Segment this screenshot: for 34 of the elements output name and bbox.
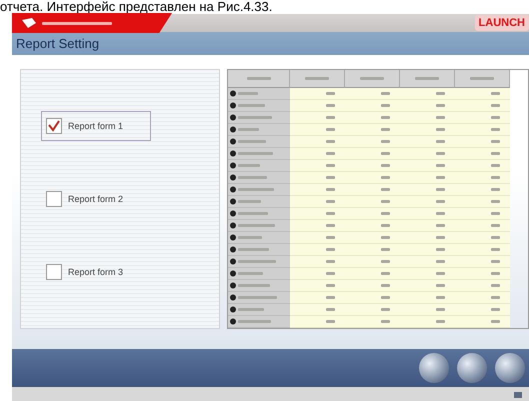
bullet-icon bbox=[230, 306, 236, 313]
checkbox[interactable] bbox=[46, 118, 62, 134]
round-button[interactable] bbox=[419, 353, 449, 383]
bullet-icon bbox=[230, 210, 236, 217]
bullet-icon bbox=[230, 234, 236, 241]
bullet-icon bbox=[230, 102, 236, 109]
bullet-icon bbox=[230, 222, 236, 229]
round-button[interactable] bbox=[457, 353, 487, 383]
caption-text: отчета. Интерфейс представлен на Рис.4.33. bbox=[0, 0, 274, 14]
report-form-option[interactable]: Report form 3 bbox=[41, 256, 151, 287]
window-title: Report Setting bbox=[16, 36, 100, 51]
bullet-icon bbox=[230, 138, 236, 145]
bullet-icon bbox=[230, 90, 236, 97]
bullet-icon bbox=[230, 282, 236, 289]
checkbox[interactable] bbox=[46, 264, 62, 280]
bullet-icon bbox=[230, 318, 236, 325]
bullet-icon bbox=[230, 126, 236, 133]
bullet-icon bbox=[230, 246, 236, 253]
logo-icon bbox=[12, 13, 172, 33]
round-button[interactable] bbox=[495, 353, 525, 383]
bullet-icon bbox=[230, 198, 236, 205]
bullet-icon bbox=[230, 186, 236, 193]
bullet-icon bbox=[230, 270, 236, 277]
brand-logo: LAUNCH bbox=[474, 15, 529, 31]
bullet-icon bbox=[230, 114, 236, 121]
tray-icon bbox=[513, 390, 523, 400]
bullet-icon bbox=[230, 294, 236, 301]
checkbox[interactable] bbox=[46, 190, 62, 207]
report-form-option[interactable]: Report form 2 bbox=[41, 184, 151, 214]
bullet-icon bbox=[230, 150, 236, 157]
bullet-icon bbox=[230, 258, 236, 265]
bullet-icon bbox=[230, 174, 236, 181]
report-form-option[interactable]: Report form 1 bbox=[41, 111, 151, 142]
bullet-icon bbox=[230, 162, 236, 169]
